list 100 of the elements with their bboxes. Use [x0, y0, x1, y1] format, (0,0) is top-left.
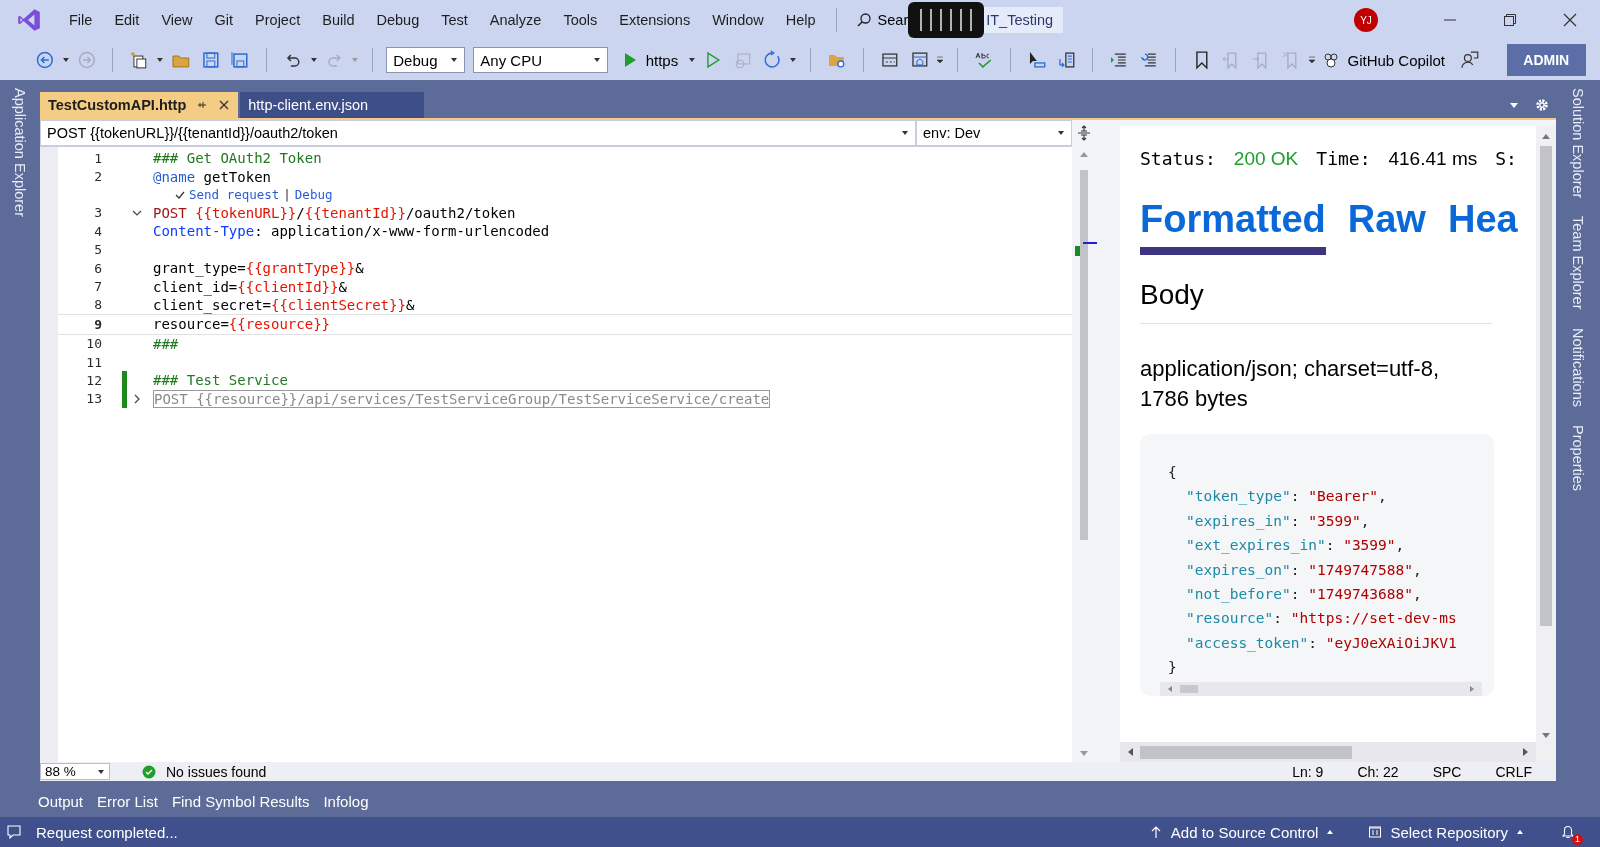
request-dropdown[interactable]: POST {{tokenURL}}/{{tenantId}}/oauth2/token — [40, 120, 916, 146]
menu-item[interactable]: Help — [774, 12, 827, 28]
source-control-button[interactable]: Add to Source Control — [1148, 823, 1335, 841]
json-code-block: { "token_type": "Bearer", "expires_in": "3599", "ext_expires_in": "3599", "expires_on": "1749747588", "not_before": "1749743688", "resource": "https://set-dev-ms "access_token": "eyJ0eXAiOiJKV1 } — [1140, 434, 1494, 696]
menu-item[interactable]: Build — [311, 12, 366, 28]
document-tab[interactable]: http-client.env.json — [240, 92, 425, 118]
code-line: client_secret={{clientSecret}}& — [153, 296, 415, 313]
time-label: Time: — [1316, 148, 1371, 169]
scroll-left-icon[interactable] — [1166, 684, 1174, 693]
side-tab[interactable]: Team Explorer — [1570, 216, 1586, 310]
menu-item[interactable]: Edit — [103, 12, 151, 28]
refresh-icon[interactable] — [762, 50, 783, 70]
position-indicator[interactable]: SPC — [1432, 763, 1462, 780]
home-window-icon[interactable] — [909, 50, 930, 70]
position-indicator[interactable]: CRLF — [1495, 763, 1532, 780]
tool-window-tab[interactable]: Error List — [97, 788, 158, 810]
horizontal-scrollbar[interactable] — [1120, 742, 1536, 762]
pin-icon[interactable] — [196, 99, 209, 111]
position-indicator[interactable]: Ln: 9 — [1292, 763, 1324, 780]
status-message: Request completed... — [36, 823, 178, 841]
save-all-icon[interactable] — [230, 50, 251, 70]
menu-item[interactable]: Project — [244, 12, 312, 28]
logo-icon — [16, 7, 42, 33]
menu-item[interactable]: View — [150, 12, 204, 28]
zoom-dropdown[interactable]: 88 % — [40, 763, 110, 780]
position-indicator[interactable]: Ch: 22 — [1357, 763, 1399, 780]
line-number: 9 — [93, 316, 102, 332]
code-line: POST {{tokenURL}}/{{tenantId}}/oauth2/token — [153, 204, 516, 221]
menu-item[interactable]: Tools — [552, 12, 609, 28]
admin-button[interactable]: ADMIN — [1506, 44, 1586, 76]
menu-item[interactable]: Git — [203, 12, 245, 28]
view-tab[interactable]: Hea — [1447, 198, 1518, 255]
scroll-down-icon[interactable] — [1541, 730, 1551, 740]
overflow-icon[interactable] — [1307, 56, 1316, 64]
scroll-right-icon[interactable] — [1468, 684, 1476, 693]
close-icon[interactable] — [218, 99, 231, 111]
content-type-text: application/json; charset=utf-8, 1786 bytes — [1140, 355, 1440, 413]
scroll-up-icon[interactable] — [1541, 132, 1551, 142]
panel-icon[interactable] — [879, 50, 900, 70]
document-swap-icon[interactable] — [1056, 50, 1077, 70]
side-tab[interactable]: Properties — [1570, 424, 1586, 491]
dropdown-caret-icon[interactable] — [61, 56, 70, 64]
menu-item[interactable]: Window — [701, 12, 775, 28]
codelens-link[interactable]: Send request — [189, 187, 280, 203]
split-icon[interactable] — [1076, 125, 1092, 141]
menu-item[interactable]: Test — [430, 12, 479, 28]
run-button[interactable]: https — [615, 51, 685, 69]
document-tab[interactable]: TestCustomAPI.http — [40, 92, 239, 118]
outdent-icon[interactable] — [1139, 50, 1159, 70]
view-tab[interactable]: Formatted — [1140, 198, 1326, 255]
bell-icon[interactable] — [1560, 824, 1576, 840]
configuration-dropdown[interactable]: Debug — [386, 47, 466, 73]
menu-item[interactable]: File — [58, 12, 104, 28]
dropdown-caret-icon[interactable] — [156, 56, 164, 64]
copilot-button[interactable]: GitHub Copilot — [1323, 51, 1445, 69]
indent-icon[interactable] — [1109, 50, 1129, 70]
save-icon[interactable] — [200, 50, 221, 70]
scroll-right-icon[interactable] — [1520, 747, 1530, 757]
search-box[interactable]: Sear — [845, 12, 909, 28]
spell-check-icon[interactable] — [974, 50, 994, 70]
settings-icon[interactable] — [1534, 97, 1550, 113]
back-icon[interactable] — [35, 50, 55, 70]
caret-icon — [97, 767, 105, 776]
code-line: resource={{resource}} — [153, 316, 330, 333]
vertical-scrollbar[interactable] — [1536, 126, 1556, 762]
tool-window-tab[interactable]: Find Symbol Results — [171, 788, 310, 810]
platform-dropdown[interactable]: Any CPU — [473, 47, 608, 73]
scroll-thumb[interactable] — [1140, 745, 1352, 759]
close-icon[interactable] — [1562, 12, 1578, 28]
horizontal-scrollbar[interactable] — [1160, 681, 1482, 696]
side-tab[interactable]: Application Explorer — [12, 88, 28, 217]
menu-item[interactable]: Analyze — [478, 12, 553, 28]
side-tab[interactable]: Notifications — [1570, 327, 1586, 407]
account-avatar[interactable]: YJ — [1354, 8, 1378, 32]
menu-item[interactable]: Debug — [365, 12, 431, 28]
environment-dropdown[interactable]: env: Dev — [916, 120, 1072, 146]
scroll-thumb[interactable] — [1180, 684, 1198, 693]
expand-chevron-icon[interactable] — [132, 393, 142, 404]
menu-item[interactable]: Extensions — [608, 12, 702, 28]
code-line: ### Test Service — [153, 372, 288, 389]
scroll-down-icon[interactable] — [1079, 748, 1089, 758]
scroll-thumb[interactable] — [1080, 170, 1088, 540]
dropdown-caret-icon[interactable] — [789, 56, 798, 64]
overflow-icon[interactable] — [936, 56, 945, 64]
scroll-thumb[interactable] — [1540, 146, 1552, 626]
scroll-up-icon[interactable] — [1079, 150, 1089, 160]
codelens-link[interactable]: Debug — [294, 187, 333, 203]
side-tab[interactable]: Solution Explorer — [1570, 88, 1586, 199]
repository-button[interactable]: Select Repository — [1368, 823, 1524, 841]
dropdown-caret-icon[interactable] — [309, 56, 318, 64]
issues-status[interactable]: No issues found — [166, 763, 267, 780]
scroll-left-icon[interactable] — [1126, 747, 1136, 757]
tool-window-tab[interactable]: Infolog — [323, 788, 369, 810]
caret-icon — [592, 56, 601, 64]
dropdown-caret-icon[interactable] — [688, 56, 697, 64]
view-tab[interactable]: Raw — [1347, 198, 1426, 255]
solution-name: IT_Testing — [984, 7, 1064, 33]
person-feedback-icon[interactable] — [1460, 50, 1480, 70]
tool-window-tab[interactable]: Output — [38, 788, 84, 810]
restore-icon[interactable] — [1502, 12, 1518, 28]
